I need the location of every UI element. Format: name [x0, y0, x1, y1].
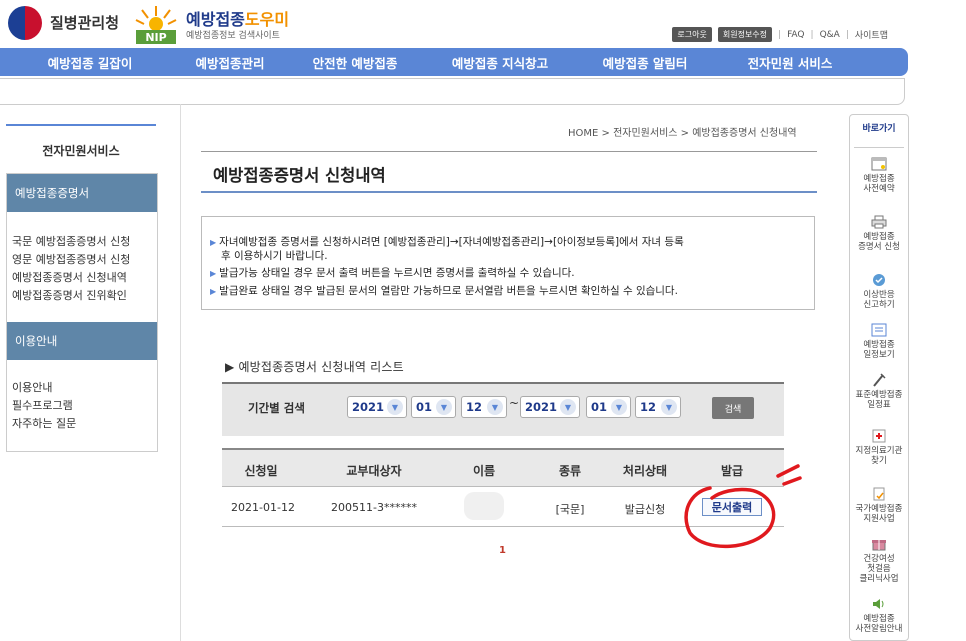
th-type: 종류: [558, 464, 582, 478]
sidebar-title: 전자민원서비스: [42, 144, 120, 158]
nav-item-eservice[interactable]: 전자민원 서비스: [720, 48, 860, 76]
chevron-down-icon: ▼: [661, 399, 677, 415]
search-button[interactable]: 검색: [712, 397, 754, 419]
th-date: 신청일: [244, 464, 278, 478]
brand-title[interactable]: 예방접종도우미: [186, 6, 289, 30]
from-day-select[interactable]: 12 ▼: [461, 396, 507, 418]
gift-icon: [872, 540, 886, 551]
list-title: ▶ 예방접종증명서 신청내역 리스트: [225, 360, 404, 374]
gov-name[interactable]: 질병관리청: [50, 12, 119, 33]
edit-profile-button[interactable]: 회원정보수정: [717, 27, 773, 42]
page-number[interactable]: 1: [499, 545, 506, 556]
sidebar-item-verify[interactable]: 예방접종증명서 진위확인: [12, 287, 127, 303]
range-tilde: ~: [509, 396, 520, 410]
to-day-select[interactable]: 12 ▼: [635, 396, 681, 418]
from-month-select[interactable]: 01 ▼: [411, 396, 456, 418]
sidebar-item-english-cert[interactable]: 영문 예방접종증명서 신청: [12, 251, 130, 267]
info-box: ▶ 자녀예방접종 증명서를 신청하시려면 [예방접종관리]→[자녀예방접종관리]→…: [201, 216, 815, 310]
speaker-icon: [873, 599, 884, 609]
breadcrumb: HOME > 전자민원서비스 > 예방접종증명서 신청내역: [568, 128, 797, 139]
filter-label: 기간별 검색: [248, 401, 305, 415]
top-links: 로그아웃 회원정보수정 | FAQ | Q&A | 사이트맵: [672, 27, 888, 42]
calendar-icon: [871, 157, 887, 171]
nip-logo[interactable]: NIP: [132, 2, 180, 46]
document-icon: [873, 487, 885, 501]
nav-item-notice[interactable]: 예방접종 알림터: [570, 48, 720, 76]
sitemap-link[interactable]: 사이트맵: [855, 28, 888, 41]
info-line-2: ▶ 발급가능 상태일 경우 문서 출력 버튼을 누르시면 증명서를 출력하실 수 …: [210, 267, 575, 279]
check-circle-icon: [873, 274, 885, 286]
faq-link[interactable]: FAQ: [787, 30, 804, 40]
title-top-rule: [201, 151, 817, 152]
from-year-select[interactable]: 2021 ▼: [347, 396, 407, 418]
cell-target: 200511-3******: [331, 501, 417, 514]
info-line-1b: 후 이용하시기 바랍니다.: [221, 250, 328, 262]
chevron-down-icon: ▼: [487, 399, 503, 415]
svg-text:NIP: NIP: [145, 31, 166, 44]
sidebar-section-certificate[interactable]: 예방접종증명서: [7, 174, 157, 212]
chevron-down-icon: ▼: [387, 399, 403, 415]
blurred-name: [464, 492, 504, 520]
sidebar-menu: 예방접종증명서 국문 예방접종증명서 신청 영문 예방접종증명서 신청 예방접종…: [6, 173, 158, 452]
quick-menu: 바로가기 예방접종 사전예약 예방접종 증명서 신청 이상반응 신고하기 예방접종 일정…: [849, 114, 909, 641]
cell-type: [국문]: [555, 503, 585, 516]
qna-link[interactable]: Q&A: [820, 30, 840, 40]
sidebar-item-faq[interactable]: 자주하는 질문: [12, 415, 76, 431]
page-title: 예방접종증명서 신청내역: [213, 166, 386, 185]
date-filter: 기간별 검색 2021 ▼ 01 ▼ 12 ▼ ~ 2021 ▼ 01 ▼ 12 ▼ 검색: [222, 382, 784, 436]
quick-menu-title: 바로가기: [862, 124, 896, 134]
chevron-down-icon: ▼: [560, 399, 576, 415]
content-divider: [180, 104, 181, 641]
cell-date: 2021-01-12: [231, 501, 295, 514]
to-year-select[interactable]: 2021 ▼: [520, 396, 580, 418]
nav-item-guide[interactable]: 예방접종 길잡이: [0, 48, 180, 76]
sub-nav-bar: [0, 78, 905, 105]
title-bottom-rule: [201, 191, 817, 193]
quick-item-womens-clinic[interactable]: 건강여성 첫걸음 클리닉사업: [850, 537, 908, 584]
main-nav: 예방접종 길잡이 예방접종관리 안전한 예방접종 예방접종 지식창고 예방접종 …: [0, 48, 908, 76]
info-line-3: ▶ 발급완료 상태일 경우 발급된 문서의 열람만 가능하므로 문서열람 버튼을 …: [210, 285, 678, 297]
sidebar-item-programs[interactable]: 필수프로그램: [12, 397, 73, 413]
quick-item-reservation[interactable]: 예방접종 사전예약: [850, 157, 908, 194]
syringe-icon: [873, 373, 886, 387]
chevron-down-icon: ▼: [436, 399, 452, 415]
quick-item-standard-schedule[interactable]: 표준예방접종 일정표: [850, 373, 908, 410]
info-line-1: ▶ 자녀예방접종 증명서를 신청하시려면 [예방접종관리]→[자녀예방접종관리]→…: [210, 236, 684, 248]
quick-item-certificate[interactable]: 예방접종 증명서 신청: [850, 215, 908, 252]
to-month-select[interactable]: 01 ▼: [586, 396, 631, 418]
quick-item-national-support[interactable]: 국가예방접종 지원사업: [850, 487, 908, 524]
logout-button[interactable]: 로그아웃: [672, 27, 712, 42]
nav-item-knowledge[interactable]: 예방접종 지식창고: [430, 48, 570, 76]
sidebar-item-korean-cert[interactable]: 국문 예방접종증명서 신청: [12, 233, 130, 249]
list-icon: [871, 323, 887, 337]
th-target: 교부대상자: [346, 464, 402, 478]
quick-item-report[interactable]: 이상반응 신고하기: [850, 273, 908, 310]
kdca-logo[interactable]: [8, 6, 42, 40]
chevron-down-icon: ▼: [611, 399, 627, 415]
brand-subtitle: 예방접종정보 검색사이트: [186, 31, 280, 41]
sidebar-item-history[interactable]: 예방접종증명서 신청내역: [12, 269, 127, 285]
sidebar-top-rule: [6, 124, 156, 126]
quick-item-advance-notice[interactable]: 예방접종 사전알림안내: [850, 597, 908, 634]
hospital-icon: [872, 429, 886, 443]
printer-icon: [871, 215, 887, 229]
sidebar-section-guide[interactable]: 이용안내: [7, 322, 157, 360]
th-name: 이름: [472, 464, 496, 478]
nav-item-management[interactable]: 예방접종관리: [180, 48, 280, 76]
quick-item-clinic[interactable]: 지정의료기관 찾기: [850, 429, 908, 466]
nav-item-safe[interactable]: 안전한 예방접종: [280, 48, 430, 76]
quick-item-schedule[interactable]: 예방접종 일정보기: [850, 323, 908, 360]
sidebar-item-usage[interactable]: 이용안내: [12, 379, 52, 395]
red-annotation-circle: [684, 464, 802, 549]
